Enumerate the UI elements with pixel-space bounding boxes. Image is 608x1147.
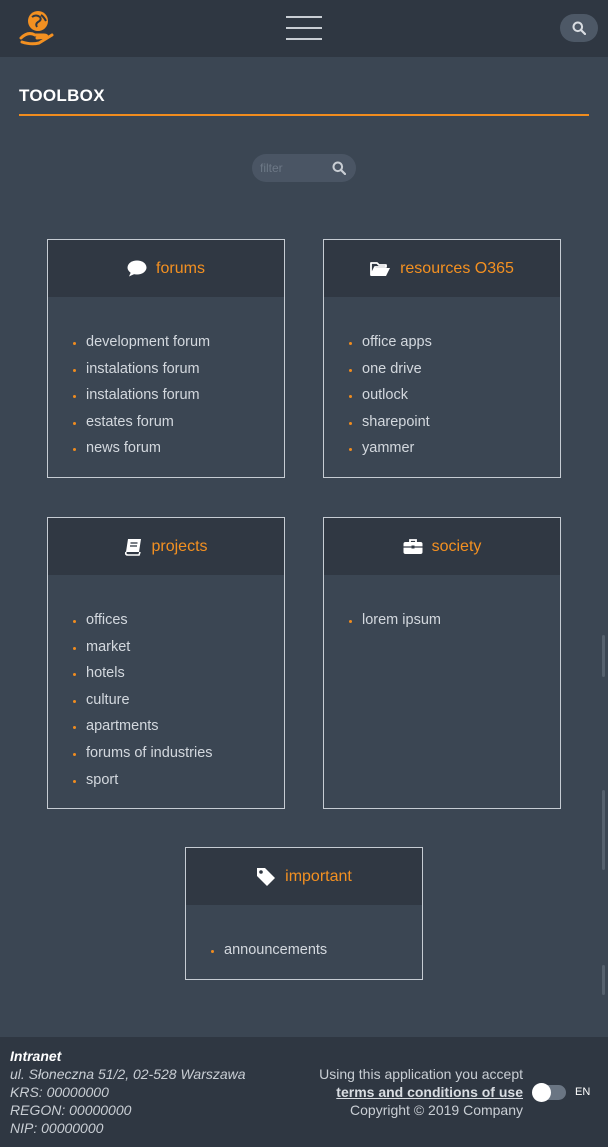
hamburger-menu-icon[interactable]	[286, 16, 322, 42]
footer-krs: KRS: 00000000	[10, 1084, 109, 1100]
footer-nip: NIP: 00000000	[10, 1120, 104, 1136]
card-list: announcements	[186, 905, 422, 964]
card-list: office apps one drive outlock sharepoint…	[324, 297, 560, 462]
title-underline	[19, 114, 589, 116]
card-header-resources[interactable]: resources O365	[324, 240, 560, 297]
terms-link[interactable]: terms and conditions of use	[319, 1083, 523, 1101]
footer-brand: Intranet	[10, 1048, 62, 1064]
card-title: forums	[156, 259, 205, 277]
scrollbar-thumb[interactable]	[602, 790, 605, 870]
list-item[interactable]: yammer	[349, 435, 560, 462]
card-header-forums[interactable]: forums	[48, 240, 284, 297]
card-society: society lorem ipsum	[323, 517, 561, 809]
list-item[interactable]: culture	[73, 687, 284, 714]
legal-info: Using this application you accept terms …	[319, 1065, 523, 1119]
search-button[interactable]	[560, 14, 598, 42]
list-item[interactable]: estates forum	[73, 409, 284, 436]
page-title: TOOLBOX	[19, 86, 105, 105]
briefcase-icon	[403, 539, 423, 554]
card-title: society	[431, 537, 482, 555]
list-item[interactable]: announcements	[211, 937, 422, 964]
card-important: important announcements	[185, 847, 423, 980]
card-title: resources O365	[400, 259, 514, 277]
list-item[interactable]: development forum	[73, 329, 284, 356]
filter-input[interactable]	[260, 158, 330, 178]
list-item[interactable]: sharepoint	[349, 409, 560, 436]
card-list: offices market hotels culture apartments…	[48, 575, 284, 793]
card-header-society[interactable]: society	[324, 518, 560, 575]
language-label: EN	[575, 1086, 591, 1098]
card-list: lorem ipsum	[324, 575, 560, 634]
scrollbar-thumb[interactable]	[602, 635, 605, 677]
list-item[interactable]: lorem ipsum	[349, 607, 560, 634]
book-icon	[125, 538, 142, 556]
list-item[interactable]: forums of industries	[73, 740, 284, 767]
list-item[interactable]: market	[73, 634, 284, 661]
footer: Intranet ul. Słoneczna 51/2, 02-528 Wars…	[0, 1037, 608, 1147]
card-projects: projects offices market hotels culture a…	[47, 517, 285, 809]
toggle-knob	[532, 1083, 551, 1102]
globe-hand-icon[interactable]	[18, 9, 56, 47]
search-icon[interactable]	[332, 161, 346, 175]
list-item[interactable]: office apps	[349, 329, 560, 356]
list-item[interactable]: news forum	[73, 435, 284, 462]
footer-address: ul. Słoneczna 51/2, 02-528 Warszawa	[10, 1066, 246, 1082]
card-header-important[interactable]: important	[186, 848, 422, 905]
card-title: projects	[151, 537, 208, 555]
scrollbar-thumb[interactable]	[602, 965, 605, 995]
copyright-text: Copyright © 2019 Company	[350, 1102, 523, 1118]
list-item[interactable]: instalations forum	[73, 382, 284, 409]
search-icon	[572, 21, 586, 35]
list-item[interactable]: apartments	[73, 713, 284, 740]
speech-bubble-icon	[127, 260, 147, 277]
company-info: Intranet ul. Słoneczna 51/2, 02-528 Wars…	[10, 1047, 246, 1137]
language-toggle[interactable]	[532, 1083, 566, 1102]
list-item[interactable]: sport	[73, 767, 284, 794]
tag-icon	[257, 867, 276, 886]
card-resources: resources O365 office apps one drive out…	[323, 239, 561, 478]
card-title: important	[285, 867, 352, 885]
card-header-projects[interactable]: projects	[48, 518, 284, 575]
top-bar	[0, 0, 608, 57]
card-forums: forums development forum instalations fo…	[47, 239, 285, 478]
list-item[interactable]: offices	[73, 607, 284, 634]
filter-box	[252, 154, 356, 182]
list-item[interactable]: one drive	[349, 356, 560, 383]
card-list: development forum instalations forum ins…	[48, 297, 284, 462]
footer-regon: REGON: 00000000	[10, 1102, 132, 1118]
list-item[interactable]: hotels	[73, 660, 284, 687]
folder-open-icon	[370, 261, 391, 276]
list-item[interactable]: instalations forum	[73, 356, 284, 383]
accept-text: Using this application you accept	[319, 1066, 523, 1082]
list-item[interactable]: outlock	[349, 382, 560, 409]
